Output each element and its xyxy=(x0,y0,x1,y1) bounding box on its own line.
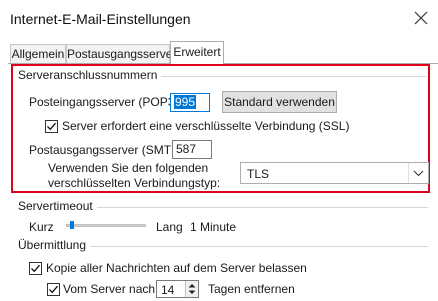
remove-after-checkbox[interactable] xyxy=(47,283,60,296)
tab-erweitert[interactable]: Erweitert xyxy=(170,41,224,64)
remove-after-days-spinner[interactable]: 14 xyxy=(156,280,199,298)
outgoing-port-input[interactable]: 587 xyxy=(172,140,212,159)
ssl-checkbox-label: Server erfordert eine verschlüsselte Ver… xyxy=(62,119,350,133)
timeout-slider-thumb[interactable] xyxy=(70,221,74,229)
incoming-port-value: 995 xyxy=(174,95,197,109)
close-icon[interactable] xyxy=(414,6,428,25)
remove-after-days-value: 14 xyxy=(161,283,175,297)
incoming-port-input[interactable]: 995 xyxy=(170,93,210,112)
tab-postausgangsserver[interactable]: Postausgangsserver xyxy=(66,44,176,63)
tab-label: Postausgangsserver xyxy=(67,47,177,61)
timeout-long-label: Lang xyxy=(156,220,183,234)
incoming-server-label: Posteingangsserver (POP3): xyxy=(29,95,182,109)
encryption-type-value: TLS xyxy=(247,167,270,181)
checkmark-icon xyxy=(49,285,58,294)
tab-allgemein[interactable]: Allgemein xyxy=(10,44,66,63)
chevron-down-icon xyxy=(408,163,428,183)
tab-label: Erweitert xyxy=(173,45,221,59)
remove-after-suffix: Tagen entfernen xyxy=(208,282,295,296)
keep-copy-label: Kopie aller Nachrichten auf dem Server b… xyxy=(46,261,307,275)
remove-after-prefix: Vom Server nach xyxy=(63,282,156,296)
keep-copy-checkbox[interactable] xyxy=(29,262,42,275)
checkmark-icon xyxy=(47,122,56,131)
checkmark-icon xyxy=(31,264,40,273)
ssl-checkbox[interactable] xyxy=(45,120,58,133)
group-label-server-ports: Serveranschlussnummern xyxy=(18,68,162,82)
timeout-slider-track[interactable] xyxy=(66,224,146,227)
outgoing-server-label: Postausgangsserver (SMTP): xyxy=(29,143,187,157)
group-label-timeout: Servertimeout xyxy=(18,199,97,213)
timeout-value: 1 Minute xyxy=(190,220,237,234)
encryption-type-select[interactable]: TLS xyxy=(240,162,429,184)
tab-label: Allgemein xyxy=(11,47,65,61)
timeout-short-label: Kurz xyxy=(29,220,54,234)
window-title: Internet-E-Mail-Einstellungen xyxy=(10,11,191,27)
use-default-button[interactable]: Standard verwenden xyxy=(222,91,337,113)
group-label-delivery: Übermittlung xyxy=(18,238,91,252)
spinner-arrows-icon[interactable] xyxy=(185,281,198,297)
encryption-type-label-1: Verwenden Sie den folgenden xyxy=(48,161,209,175)
encryption-type-label-2: verschlüsselten Verbindungstyp: xyxy=(48,176,221,190)
